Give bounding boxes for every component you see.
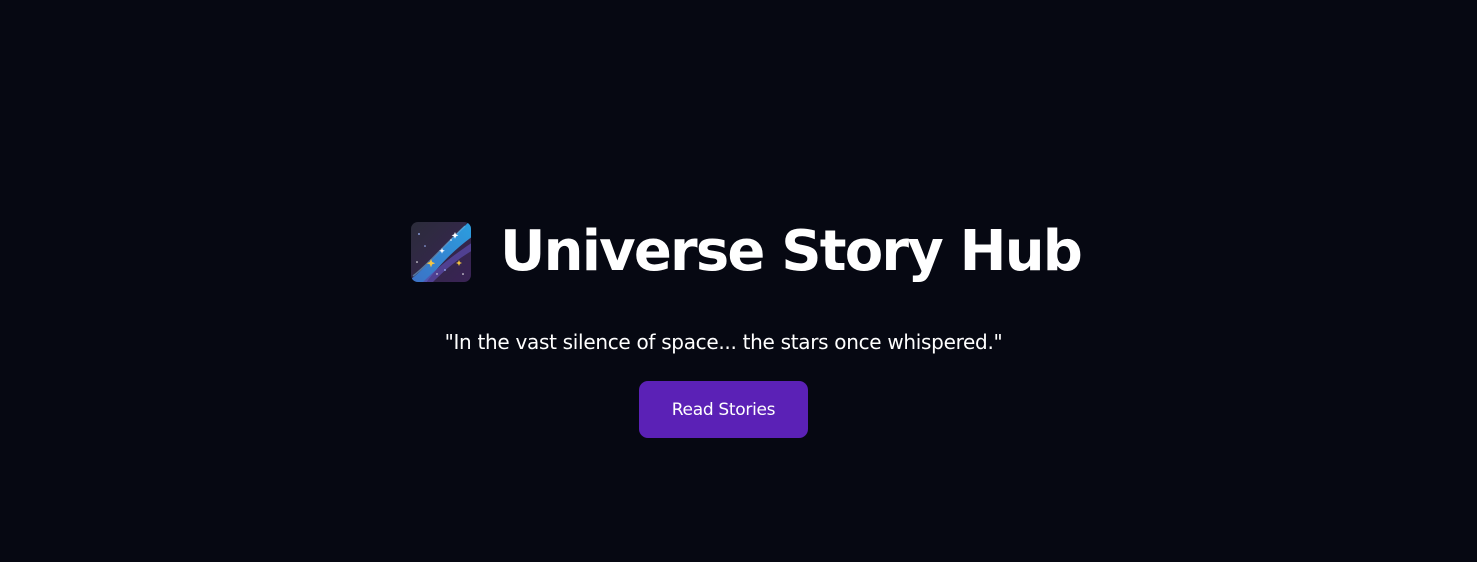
page-title: Universe Story Hub: [500, 219, 1083, 284]
tagline-quote: "In the vast silence of space... the sta…: [444, 330, 1003, 354]
read-stories-button[interactable]: Read Stories: [639, 381, 808, 438]
milky-way-icon: [411, 222, 471, 282]
hero-section: Universe Story Hub "In the vast silence …: [0, 0, 1477, 562]
title-row: Universe Story Hub: [411, 214, 1083, 290]
